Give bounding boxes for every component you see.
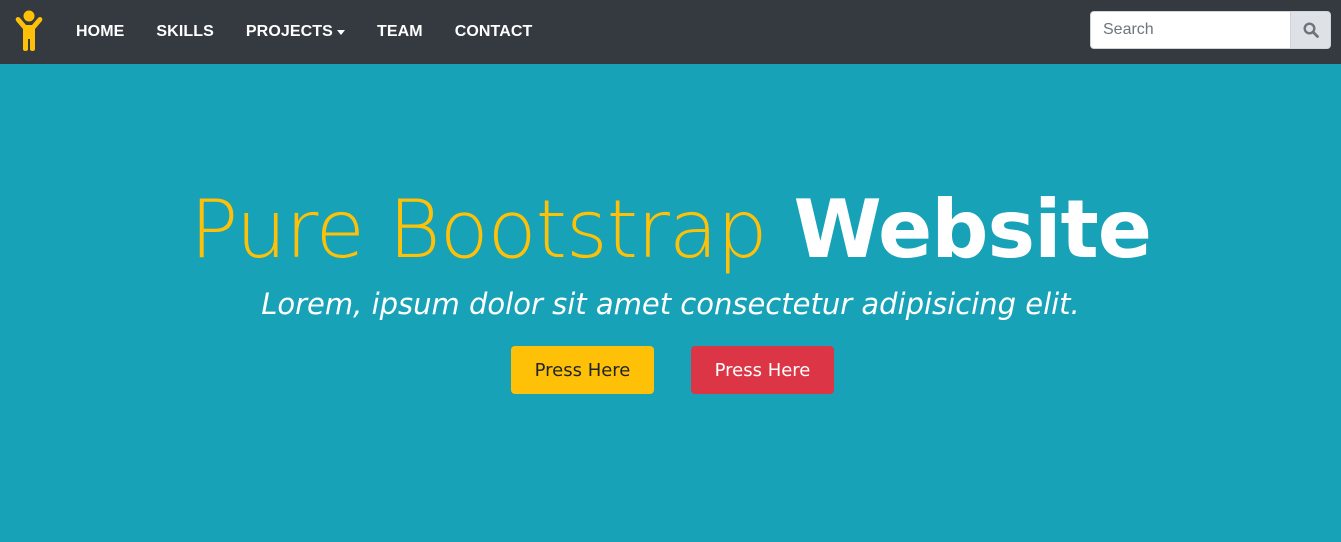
caret-down-icon [336,29,345,35]
press-here-button-primary[interactable]: Press Here [511,346,654,394]
nav-link-skills[interactable]: SKILLS [140,23,230,41]
hero-section: Pure Bootstrap Website Lorem, ipsum dolo… [0,64,1341,542]
nav-link-home[interactable]: HOME [60,23,140,41]
person-raising-arms-icon [15,10,43,51]
press-here-button-secondary[interactable]: Press Here [691,346,834,394]
nav-links: HOME SKILLS PROJECTS TEAM CONTACT [60,0,548,64]
navbar: HOME SKILLS PROJECTS TEAM CONTACT [0,0,1341,64]
nav-link-label: SKILLS [156,23,214,40]
nav-link-team[interactable]: TEAM [361,23,439,41]
nav-link-label: HOME [76,23,125,40]
search-button[interactable] [1290,11,1331,49]
search-form [1090,11,1331,49]
hero-title-bold: Website [793,183,1152,276]
search-icon [1302,22,1319,38]
hero-title: Pure Bootstrap Website [0,182,1341,278]
nav-link-label: CONTACT [454,23,533,40]
nav-link-contact[interactable]: CONTACT [439,23,549,41]
nav-link-projects-dropdown[interactable]: PROJECTS [230,23,361,41]
hero-title-light: Pure Bootstrap [189,183,768,276]
nav-link-label: PROJECTS [245,23,333,40]
brand-logo[interactable] [12,8,46,52]
search-input[interactable] [1090,11,1290,49]
hero-subtitle: Lorem, ipsum dolor sit amet consectetur … [261,287,1080,321]
nav-link-label: TEAM [376,23,423,40]
